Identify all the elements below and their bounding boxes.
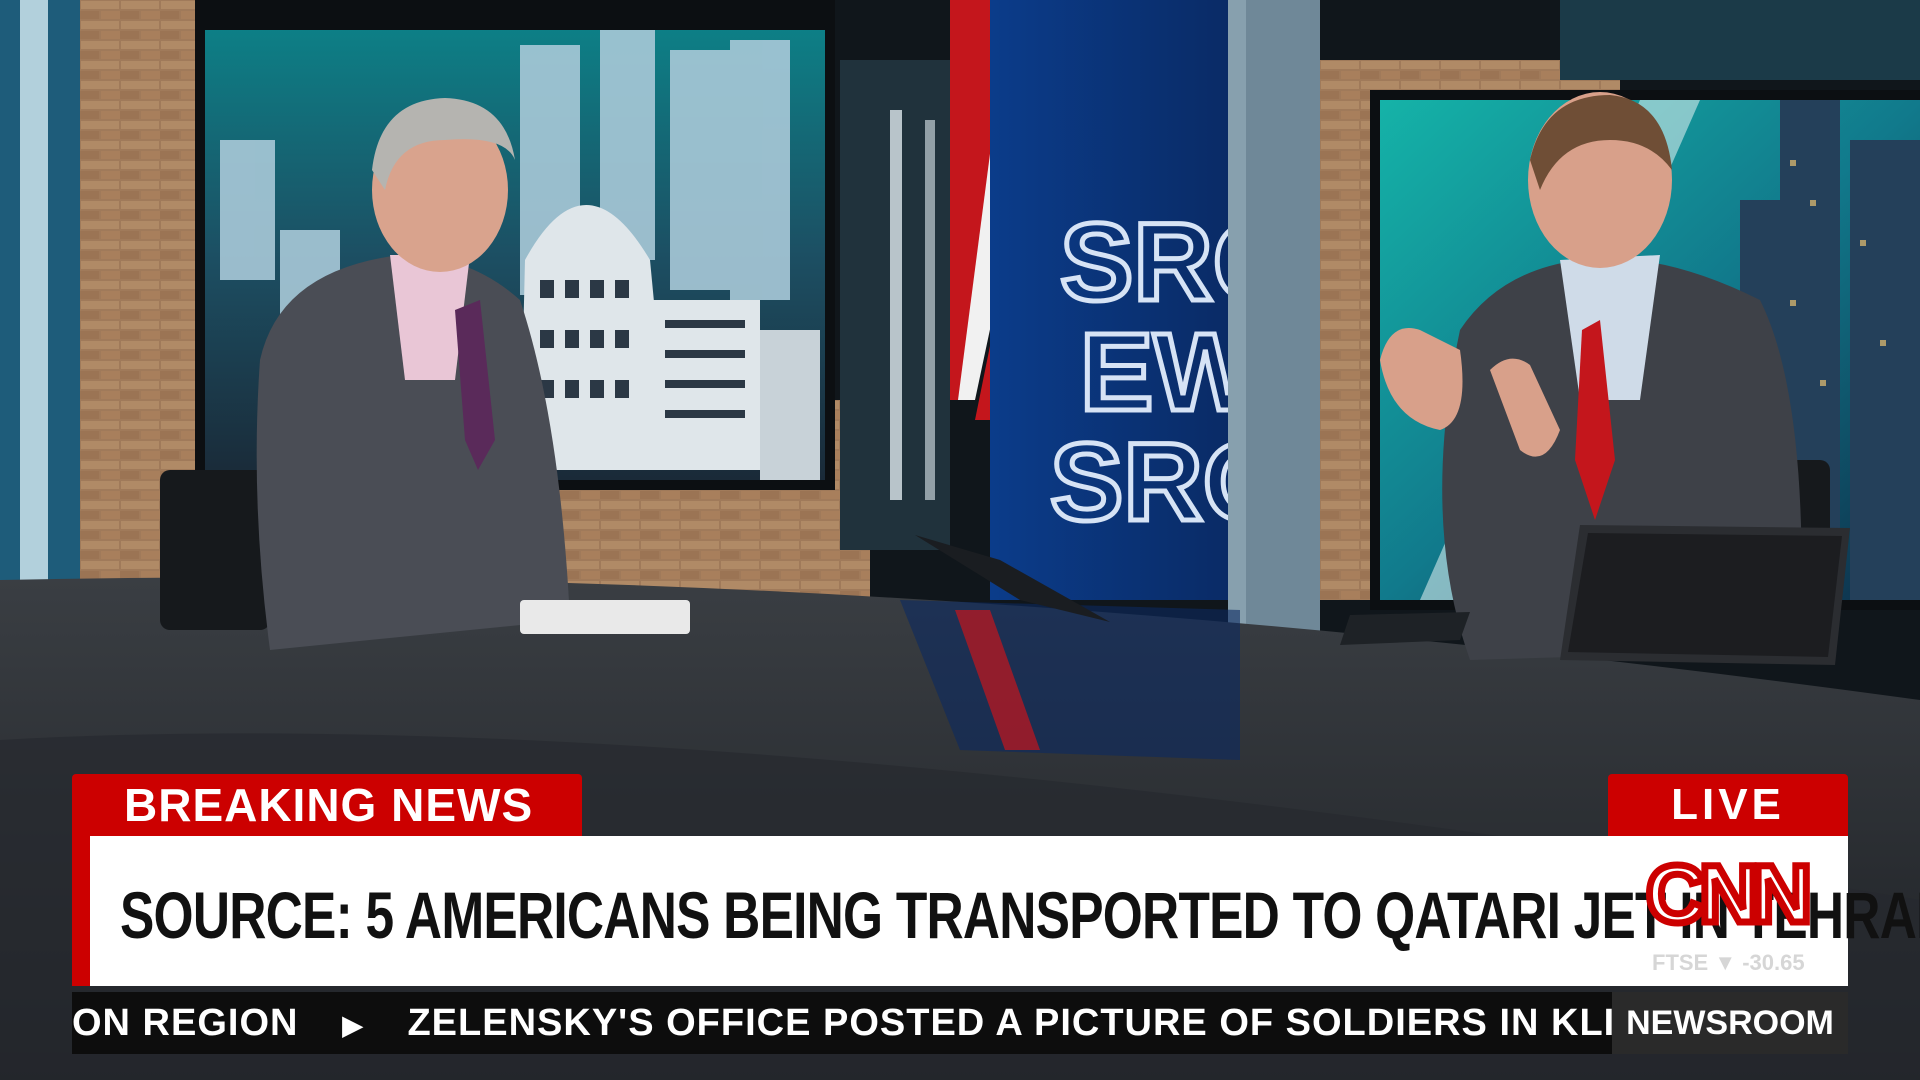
market-ticker: FTSE ▼ -30.65 bbox=[1652, 950, 1805, 975]
cnn-logo: CNN bbox=[1643, 850, 1816, 940]
breaking-news-label: BREAKING NEWS bbox=[124, 779, 534, 831]
live-tag: LIVE bbox=[1608, 774, 1848, 836]
live-label: LIVE bbox=[1671, 780, 1785, 829]
program-name: NEWSROOM bbox=[1626, 1004, 1834, 1042]
headline-accent bbox=[72, 836, 90, 986]
program-tag: NEWSROOM bbox=[1612, 992, 1848, 1054]
cnn-logo-text: CNN bbox=[1646, 850, 1806, 940]
headline-text: SOURCE: 5 AMERICANS BEING TRANSPORTED TO… bbox=[120, 878, 1920, 952]
ticker-item-1: ON REGION bbox=[72, 1002, 299, 1044]
breaking-news-tag: BREAKING NEWS bbox=[72, 774, 582, 836]
ticker-separator-icon: ▶ bbox=[342, 1009, 364, 1040]
ticker-item-2: ZELENSKY'S OFFICE POSTED A PICTURE OF SO… bbox=[407, 1002, 1612, 1044]
news-ticker: ON REGION ▶ ZELENSKY'S OFFICE POSTED A PIC… bbox=[72, 992, 1612, 1054]
ticker-text: ON REGION ▶ ZELENSKY'S OFFICE POSTED A PIC… bbox=[72, 992, 1612, 1054]
